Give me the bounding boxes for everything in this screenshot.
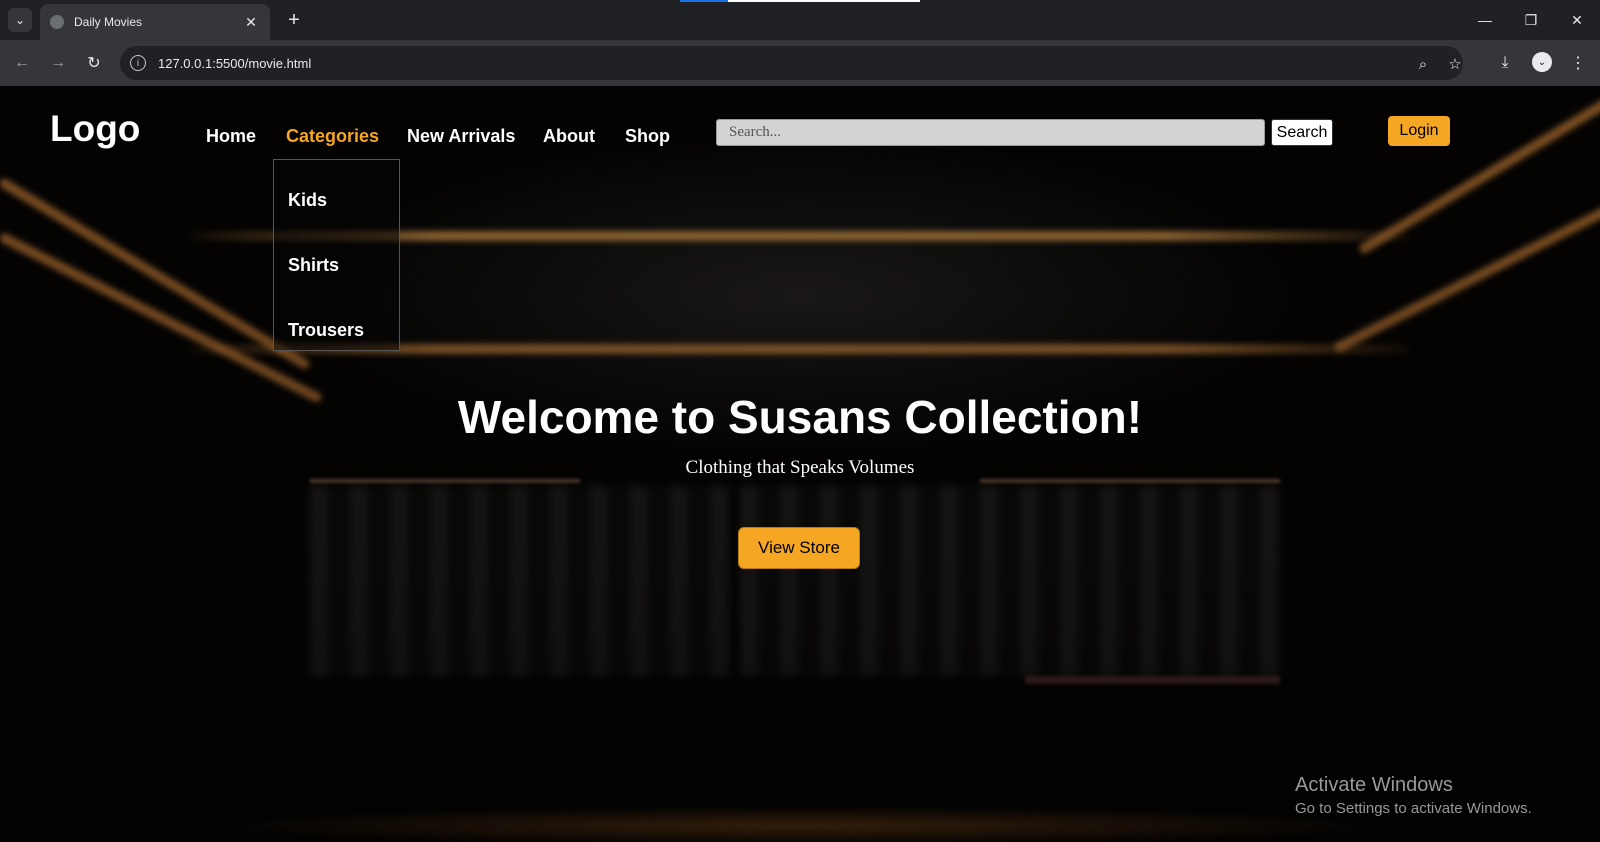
nav-new-arrivals[interactable]: New Arrivals — [407, 126, 515, 147]
dropdown-item-kids[interactable]: Kids — [288, 190, 327, 211]
tab-search-dropdown-icon[interactable]: ⌄ — [8, 8, 32, 32]
reload-icon[interactable]: ↻ — [82, 51, 106, 75]
browser-tab-bar: ⌄ Daily Movies ✕ + — ❐ ✕ — [0, 0, 1600, 40]
windows-activation-watermark: Activate Windows Go to Settings to activ… — [1295, 774, 1532, 817]
site-logo[interactable]: Logo — [50, 108, 140, 150]
url-text: 127.0.0.1:5500/movie.html — [158, 55, 312, 71]
tab-title: Daily Movies — [74, 15, 143, 29]
login-button[interactable]: Login — [1388, 116, 1450, 146]
nav-home[interactable]: Home — [206, 126, 256, 147]
profile-avatar-icon[interactable]: ⌄ — [1532, 52, 1552, 72]
site-info-icon[interactable]: i — [130, 55, 146, 71]
watermark-subtitle: Go to Settings to activate Windows. — [1295, 800, 1532, 817]
nav-about[interactable]: About — [543, 126, 595, 147]
more-menu-icon[interactable]: ⋮ — [1566, 51, 1590, 75]
close-tab-icon[interactable]: ✕ — [242, 14, 260, 31]
globe-icon — [50, 15, 64, 29]
loading-indicator — [680, 0, 920, 2]
zoom-icon[interactable]: ⌕ — [1413, 54, 1433, 74]
categories-dropdown: Kids Shirts Trousers — [273, 159, 400, 351]
bookmark-star-icon[interactable]: ☆ — [1445, 54, 1465, 74]
dropdown-item-trousers[interactable]: Trousers — [288, 320, 364, 341]
download-icon[interactable]: ⤓ — [1493, 51, 1517, 75]
search-button[interactable]: Search — [1271, 119, 1333, 146]
back-icon[interactable]: ← — [10, 51, 34, 75]
nav-shop[interactable]: Shop — [625, 126, 670, 147]
dropdown-item-shirts[interactable]: Shirts — [288, 255, 339, 276]
browser-toolbar: ← → ↻ i 127.0.0.1:5500/movie.html ⌕ ☆ ⤓ … — [0, 40, 1600, 86]
browser-tab[interactable]: Daily Movies ✕ — [40, 4, 270, 40]
hero-title: Welcome to Susans Collection! — [457, 391, 1143, 443]
hero-subtitle: Clothing that Speaks Volumes — [685, 457, 915, 478]
page-viewport: Logo Home Categories New Arrivals About … — [0, 86, 1600, 842]
view-store-button[interactable]: View Store — [738, 527, 860, 569]
forward-icon[interactable]: → — [46, 51, 70, 75]
restore-icon[interactable]: ❐ — [1516, 8, 1546, 32]
new-tab-icon[interactable]: + — [282, 8, 306, 32]
address-bar[interactable]: i 127.0.0.1:5500/movie.html ⌕ ☆ — [120, 46, 1463, 80]
nav-categories[interactable]: Categories — [286, 126, 379, 147]
window-close-icon[interactable]: ✕ — [1562, 8, 1592, 32]
search-input[interactable] — [716, 119, 1265, 146]
watermark-title: Activate Windows — [1295, 774, 1453, 796]
minimize-icon[interactable]: — — [1470, 8, 1500, 32]
